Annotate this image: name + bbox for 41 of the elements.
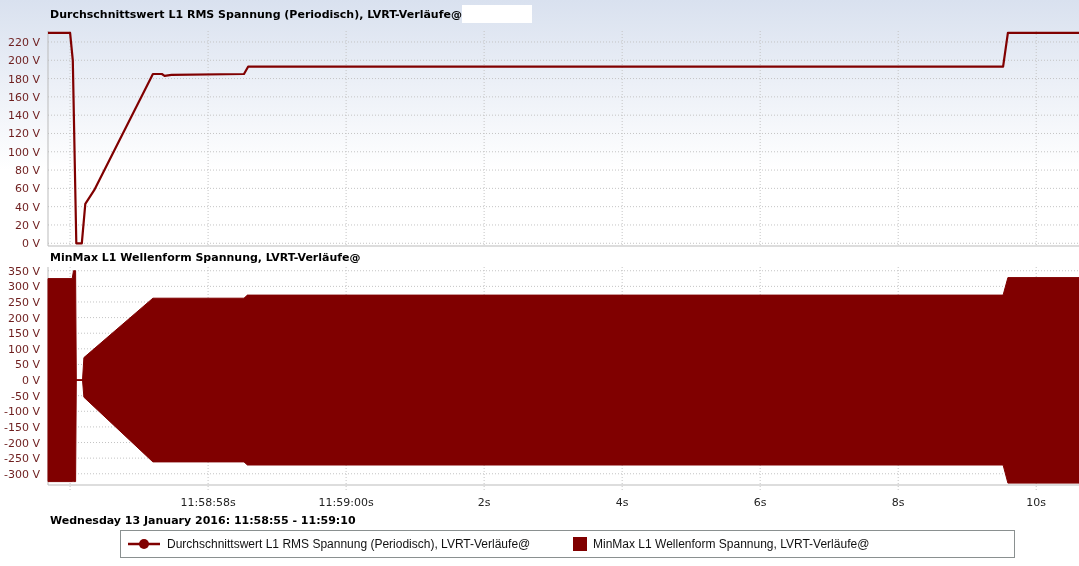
- y-tick-label: 40 V: [14, 200, 40, 214]
- x-tick-label: 2s: [477, 496, 491, 509]
- x-tick-label: 8s: [891, 496, 905, 509]
- y-tick-label: -250 V: [4, 452, 40, 466]
- y-tick-label: 120 V: [7, 127, 40, 141]
- y-tick-label: 300 V: [7, 280, 40, 294]
- y-tick-label: -200 V: [4, 436, 40, 450]
- y-tick-label: 100 V: [7, 342, 40, 356]
- blank-label: [461, 5, 532, 23]
- date-range: Wednesday 13 January 2016: 11:58:55 - 11:59:10: [49, 514, 357, 529]
- y-tick-label: 160 V: [7, 90, 40, 104]
- legend-label: Durchschnittswert L1 RMS Spannung (Periodisch), LVRT-Verläufe@: [167, 537, 531, 551]
- y-tick-label: 250 V: [7, 296, 40, 309]
- y-tick-label: 60 V: [14, 182, 40, 196]
- y-tick-label: 20 V: [14, 218, 40, 232]
- y-tick-label: 50 V: [14, 358, 40, 372]
- x-tick-label: 4s: [615, 496, 629, 509]
- y-tick-label: 350 V: [7, 266, 40, 278]
- y-tick-label: 180 V: [7, 72, 40, 86]
- y-tick-label: -50 V: [11, 389, 40, 403]
- x-tick-label: 11:58:58s: [180, 496, 236, 509]
- chart-title: Durchschnittswert L1 RMS Spannung (Periodisch), LVRT-Verläufe@: [50, 7, 462, 21]
- y-tick-label: 0 V: [21, 237, 40, 248]
- line-marker-icon: [127, 538, 161, 550]
- y-tick-label: 220 V: [7, 36, 40, 49]
- y-tick-label: 140 V: [7, 109, 40, 123]
- legend-label: MinMax L1 Wellenform Spannung, LVRT-Verläufe@: [593, 537, 870, 551]
- y-tick-label: 100 V: [7, 145, 40, 159]
- x-tick-label: 10s: [1026, 496, 1047, 509]
- y-tick-label: -300 V: [4, 467, 40, 481]
- x-tick-label: 11:59:00s: [318, 496, 374, 509]
- chart-title: MinMax L1 Wellenform Spannung, LVRT-Verläufe@: [50, 250, 361, 264]
- y-tick-label: 80 V: [14, 164, 40, 178]
- y-tick-label: 0 V: [21, 374, 40, 388]
- x-tick-label: 6s: [753, 496, 767, 509]
- y-tick-label: 200 V: [7, 54, 40, 68]
- y-tick-label: 150 V: [7, 327, 40, 341]
- square-icon: [573, 537, 587, 551]
- y-tick-label: 200 V: [7, 311, 40, 325]
- y-tick-label: -150 V: [4, 420, 40, 434]
- y-tick-label: -100 V: [4, 405, 40, 419]
